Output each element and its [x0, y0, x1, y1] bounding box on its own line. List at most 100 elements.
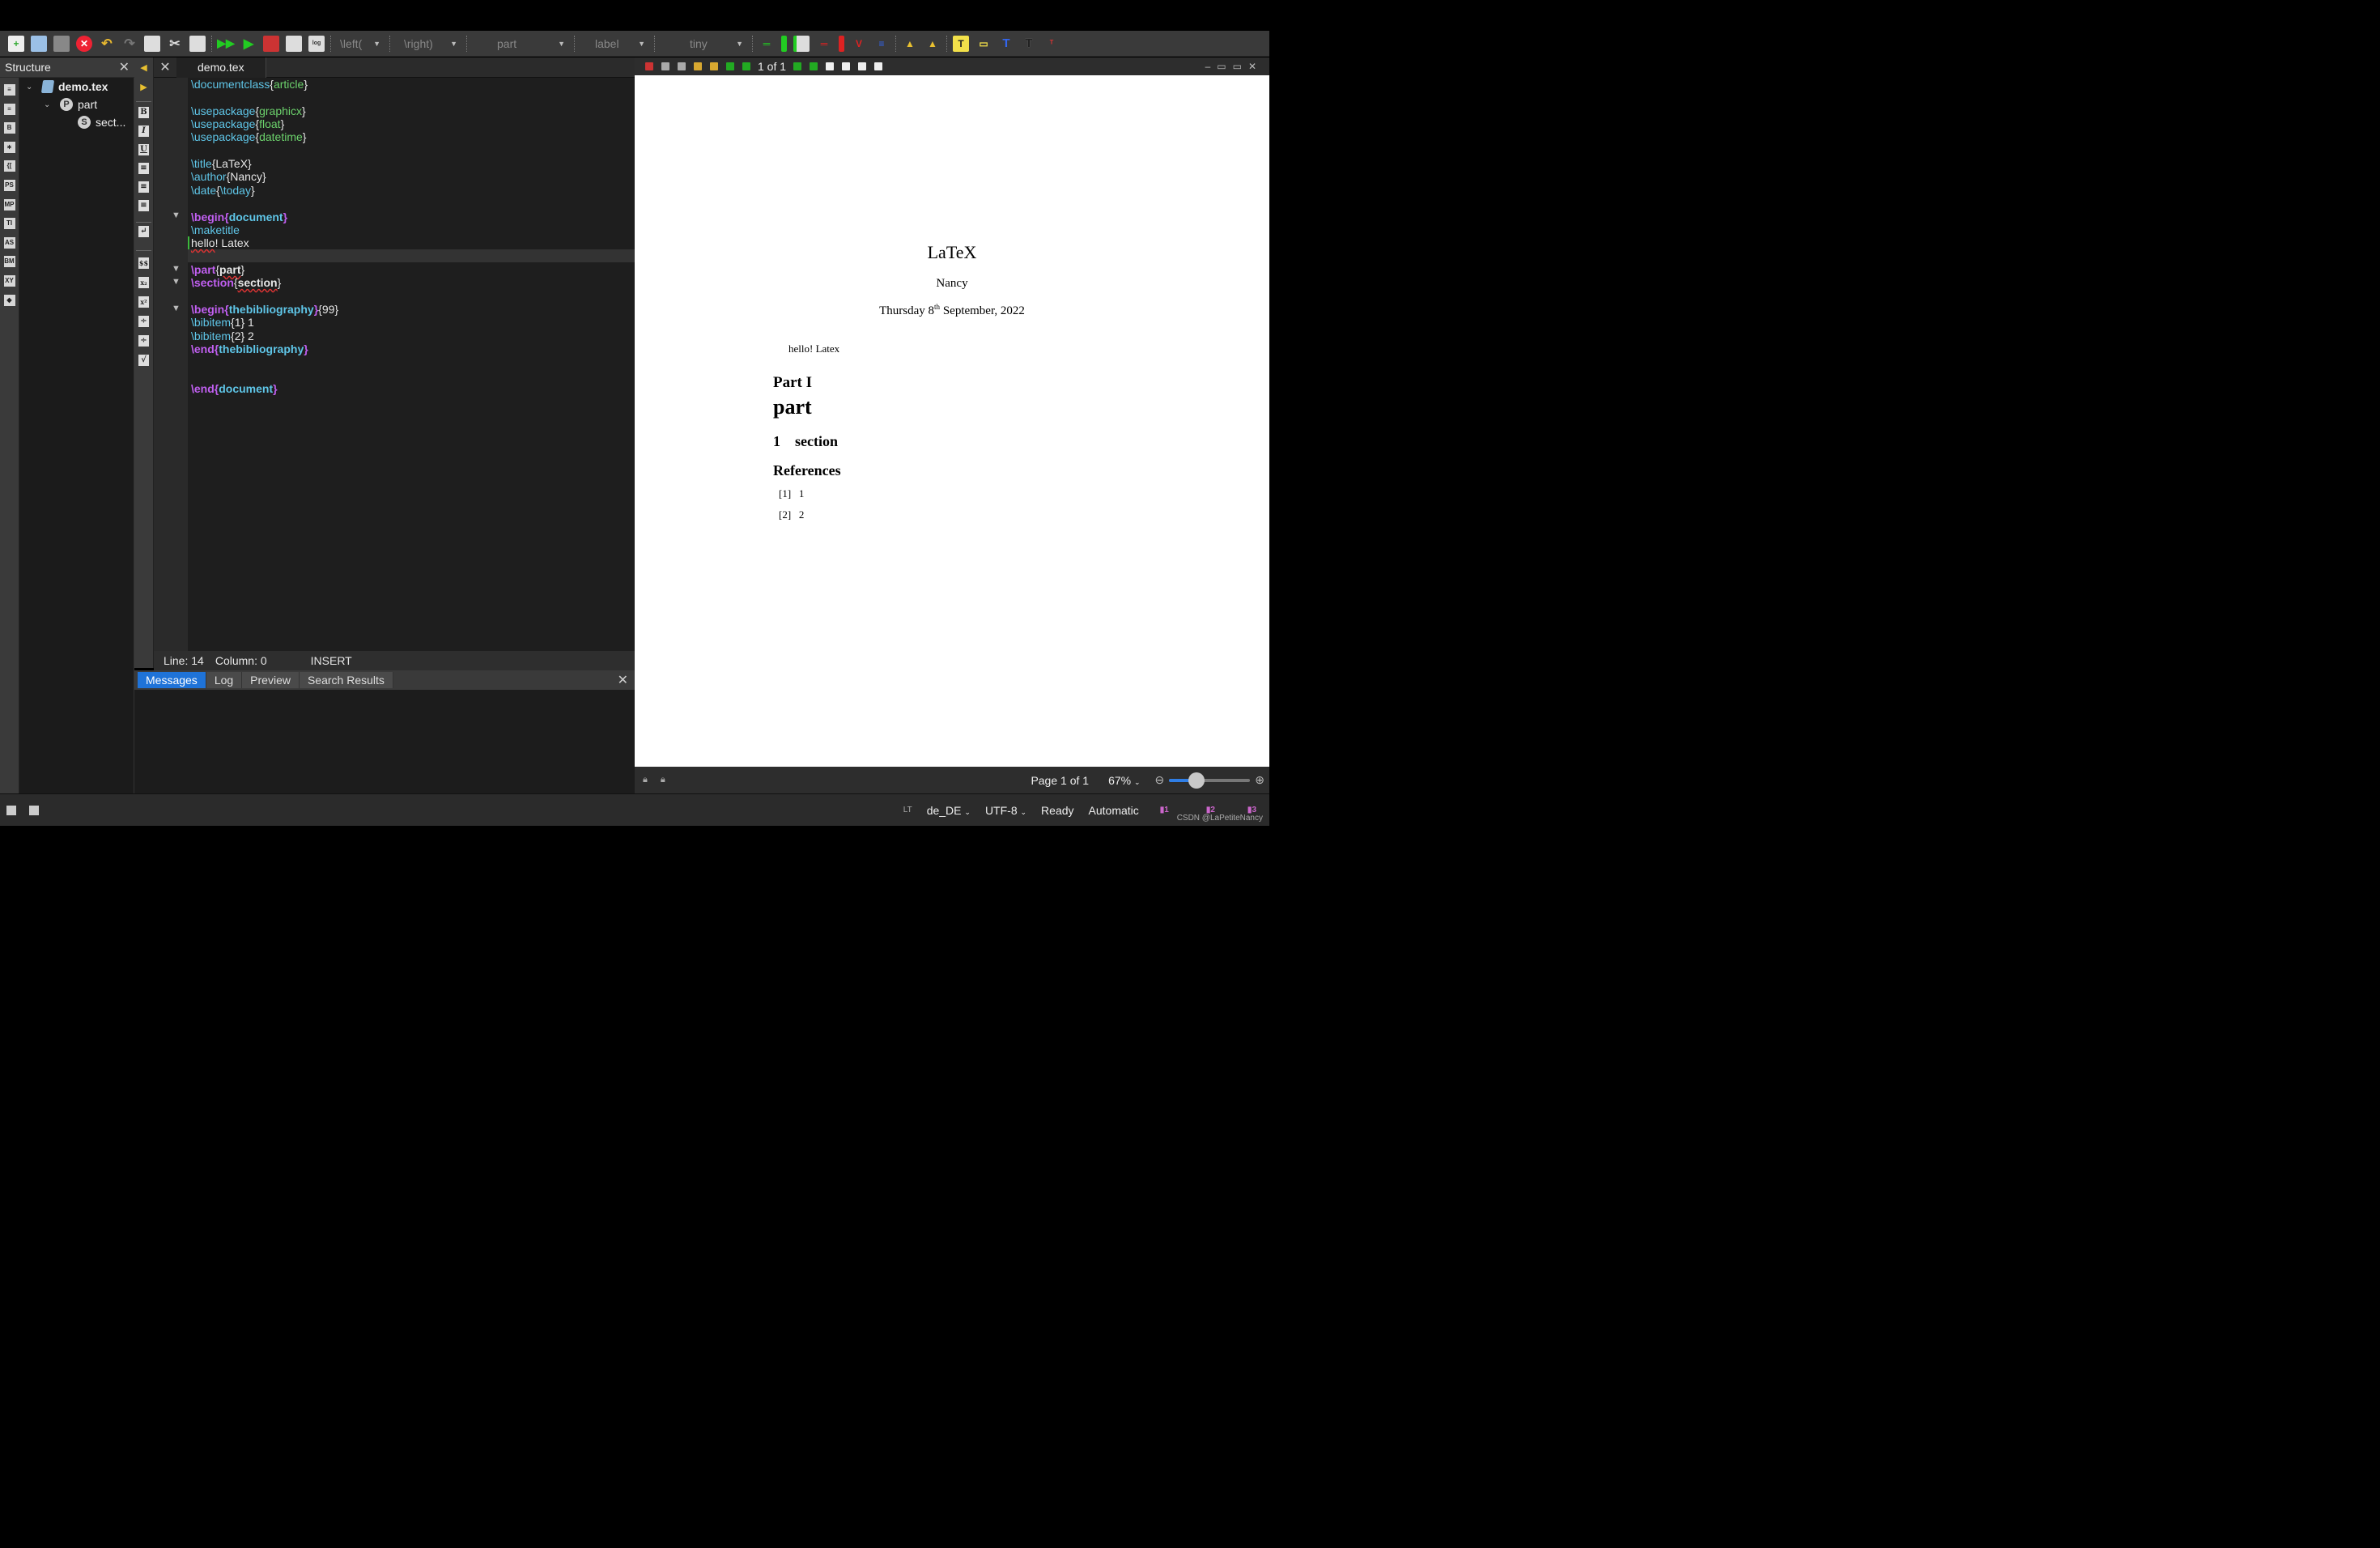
prev-page-icon[interactable]	[742, 62, 750, 70]
tab-messages[interactable]: Messages	[138, 672, 206, 688]
bookmarks-view-icon[interactable]: ≡	[3, 103, 15, 115]
close-icon[interactable]: ✕	[154, 59, 176, 75]
code-editor[interactable]: \documentclass{article} \usepackage{graph…	[188, 78, 635, 651]
undo-icon[interactable]: ↶	[99, 36, 115, 52]
dfrac-icon[interactable]: ÷	[138, 335, 149, 347]
diff-compare-icon[interactable]: ≡	[873, 36, 890, 52]
diff-add-line-icon[interactable]: ═	[759, 36, 775, 52]
hand-tool-icon[interactable]	[678, 62, 686, 70]
tree-item-section[interactable]: S sect...	[19, 113, 134, 131]
diff-remove-block-icon[interactable]	[839, 35, 844, 52]
operators-view-icon[interactable]: ∗	[3, 141, 15, 153]
window-controls[interactable]: –▭▭✕	[1205, 61, 1263, 72]
diff-merge-icon[interactable]	[793, 35, 810, 52]
last-page-icon[interactable]	[810, 62, 818, 70]
close-icon[interactable]: ✕	[618, 672, 628, 688]
tab-preview[interactable]: Preview	[242, 672, 300, 688]
zoom-tool-icon[interactable]	[661, 62, 669, 70]
fold-marker-icon[interactable]: ▼	[172, 277, 181, 287]
close-icon[interactable]: ✕	[119, 59, 130, 75]
comment-icon[interactable]: ▭	[975, 36, 992, 52]
left-delimiter-select[interactable]: \left(▼	[337, 35, 384, 53]
text-blue-icon[interactable]: T	[998, 36, 1014, 52]
lock-icon[interactable]: 🔒︎	[661, 775, 665, 785]
metapost-view-icon[interactable]: MP	[3, 198, 15, 211]
open-file-icon[interactable]	[31, 35, 47, 52]
copy-icon[interactable]	[144, 35, 160, 52]
save-icon[interactable]	[53, 35, 70, 52]
mode-text[interactable]: Automatic	[1089, 804, 1139, 817]
diff-remove-line-icon[interactable]: ═	[816, 36, 832, 52]
diff-reject-icon[interactable]: V	[851, 36, 867, 52]
toggle-messages-icon[interactable]	[29, 805, 39, 815]
chevron-down-icon[interactable]: ⌄	[26, 83, 36, 91]
tree-item-file[interactable]: ⌄ demo.tex	[19, 78, 134, 96]
zoom-out-icon[interactable]: ⊖	[1155, 773, 1165, 787]
paste-icon[interactable]	[189, 35, 206, 52]
fraction-icon[interactable]: ÷	[138, 316, 149, 327]
chevron-down-icon[interactable]: ⌄	[44, 100, 53, 109]
misc-view-icon[interactable]: ◆	[3, 294, 15, 306]
superscript-icon[interactable]: x²	[138, 296, 149, 308]
language-select[interactable]: de_DE ⌄	[927, 804, 971, 817]
next-page-icon[interactable]	[793, 62, 802, 70]
next-marker-icon[interactable]: ▶	[134, 77, 153, 96]
tab-search-results[interactable]: Search Results	[299, 672, 393, 688]
italic-icon[interactable]: I	[138, 125, 149, 137]
languagetool-label[interactable]: LT	[903, 806, 912, 814]
newline-icon[interactable]: ↵	[138, 226, 149, 237]
back-icon[interactable]	[694, 62, 702, 70]
fit-page-icon[interactable]	[874, 62, 883, 70]
beamer-view-icon[interactable]: BM	[3, 256, 15, 268]
subscript-icon[interactable]: x₂	[138, 277, 149, 288]
zoom-slider-knob[interactable]	[1188, 772, 1205, 789]
align-left-icon[interactable]: ≡	[138, 163, 149, 174]
warning-prev-icon[interactable]: ▲	[902, 36, 918, 52]
symbols-view-icon[interactable]: B	[3, 122, 15, 134]
text-superscript-icon[interactable]: ᵀ	[1043, 36, 1060, 52]
right-delimiter-select[interactable]: \right) ▼	[396, 35, 461, 53]
align-right-icon[interactable]: ≡	[138, 200, 149, 211]
fold-marker-icon[interactable]: ▼	[172, 211, 181, 220]
text-black-icon[interactable]: T	[1021, 36, 1037, 52]
view-pdf-icon[interactable]	[286, 35, 302, 52]
page-indicator[interactable]: 1 of 1	[758, 60, 786, 73]
size-select[interactable]: tiny ▼	[661, 35, 746, 53]
delimiters-view-icon[interactable]: {[	[3, 160, 15, 172]
pstricks-view-icon[interactable]: PS	[3, 179, 15, 191]
encoding-select[interactable]: UTF-8 ⌄	[985, 804, 1026, 817]
fit-width-icon[interactable]	[858, 62, 867, 70]
align-center-icon[interactable]: ≡	[138, 181, 149, 193]
zoom-select[interactable]: 67% ⌄	[1108, 774, 1140, 787]
stop-compile-icon[interactable]	[263, 35, 279, 52]
fold-marker-icon[interactable]: ▼	[172, 304, 181, 313]
zoom-slider[interactable]	[1169, 772, 1251, 789]
continuous-icon[interactable]	[842, 62, 851, 70]
single-page-icon[interactable]	[826, 62, 835, 70]
prev-marker-icon[interactable]: ◀	[134, 57, 153, 77]
tab-log[interactable]: Log	[206, 672, 243, 688]
new-file-icon[interactable]: +	[8, 35, 24, 52]
diff-add-block-icon[interactable]	[781, 35, 787, 52]
warning-next-icon[interactable]: ▲	[924, 36, 941, 52]
forward-icon[interactable]	[710, 62, 718, 70]
bold-icon[interactable]: B	[138, 107, 149, 118]
tree-item-part[interactable]: ⌄ P part	[19, 96, 134, 113]
zoom-in-icon[interactable]: ⊕	[1255, 773, 1264, 787]
highlight-text-icon[interactable]: T	[953, 35, 969, 52]
close-document-icon[interactable]: ✕	[76, 35, 92, 52]
structure-select[interactable]: part ▼	[473, 35, 568, 53]
cut-icon[interactable]: ✂	[167, 36, 183, 52]
xy-view-icon[interactable]: XY	[3, 274, 15, 287]
compile-icon[interactable]: ▶	[240, 36, 257, 52]
inline-math-icon[interactable]: $$	[138, 257, 149, 269]
tab-demo-tex[interactable]: demo.tex	[176, 57, 266, 78]
view-log-icon[interactable]: log	[308, 35, 325, 52]
redo-icon[interactable]: ↷	[121, 36, 138, 52]
structure-view-icon[interactable]: ≡	[3, 84, 15, 96]
lock-icon[interactable]: 🔒︎	[643, 775, 648, 785]
pdf-page[interactable]: LaTeX Nancy Thursday 8th September, 2022…	[635, 75, 1269, 767]
asymptote-view-icon[interactable]: AS	[3, 236, 15, 249]
build-view-icon[interactable]: ▶▶	[217, 36, 235, 52]
bookmark-1-icon[interactable]: ▮1	[1160, 806, 1169, 814]
